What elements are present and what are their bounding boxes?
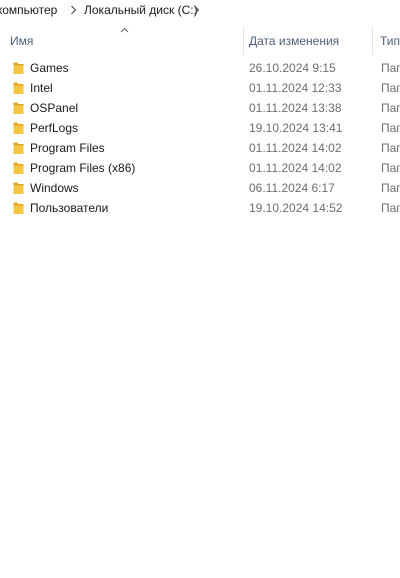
- folder-icon: [13, 182, 24, 194]
- file-type: Пап: [381, 141, 400, 155]
- column-date-header[interactable]: Дата изменения: [249, 33, 339, 49]
- file-row[interactable]: Program Files (x86) 01.11.2024 14:02 Пап: [0, 158, 400, 178]
- file-name: OSPanel: [30, 101, 79, 115]
- file-type: Пап: [381, 181, 400, 195]
- file-row[interactable]: Program Files 01.11.2024 14:02 Пап: [0, 138, 400, 158]
- file-list: Games 26.10.2024 9:15 Пап Intel 01.11.20…: [0, 58, 400, 218]
- file-date: 19.10.2024 14:52: [249, 201, 343, 215]
- chevron-right-icon[interactable]: [193, 5, 200, 15]
- chevron-right-icon[interactable]: [70, 5, 77, 15]
- column-name-header[interactable]: Имя: [10, 33, 33, 49]
- folder-icon: [13, 102, 24, 114]
- column-divider[interactable]: [372, 27, 373, 55]
- folder-icon: [13, 122, 24, 134]
- file-row[interactable]: Games 26.10.2024 9:15 Пап: [0, 58, 400, 78]
- folder-icon: [13, 62, 24, 74]
- file-name: Program Files: [30, 141, 105, 155]
- file-date: 01.11.2024 13:38: [249, 101, 342, 115]
- file-name: Windows: [30, 181, 79, 195]
- file-type: Пап: [381, 201, 400, 215]
- file-type: Пап: [381, 101, 400, 115]
- folder-icon: [13, 162, 24, 174]
- file-type: Пап: [381, 81, 400, 95]
- file-date: 01.11.2024 12:33: [249, 81, 342, 95]
- folder-icon: [13, 82, 24, 94]
- file-date: 19.10.2024 13:41: [249, 121, 343, 135]
- folder-icon: [13, 142, 24, 154]
- column-type-header[interactable]: Тип: [380, 33, 400, 49]
- breadcrumb-item-local-disk[interactable]: Локальный диск (C:): [84, 3, 198, 18]
- file-date: 01.11.2024 14:02: [249, 141, 342, 155]
- file-type: Пап: [381, 161, 400, 175]
- sort-up-icon: [120, 27, 129, 33]
- column-header: Имя Дата изменения Тип: [0, 21, 400, 59]
- breadcrumb-item-this-pc[interactable]: т компьютер: [0, 3, 57, 18]
- folder-icon: [13, 202, 24, 214]
- file-type: Пап: [381, 121, 400, 135]
- file-name: PerfLogs: [30, 121, 79, 135]
- address-bar[interactable]: т компьютер Локальный диск (C:): [0, 0, 400, 22]
- file-row[interactable]: OSPanel 01.11.2024 13:38 Пап: [0, 98, 400, 118]
- file-row[interactable]: Windows 06.11.2024 6:17 Пап: [0, 178, 400, 198]
- column-divider[interactable]: [243, 27, 244, 55]
- file-row[interactable]: PerfLogs 19.10.2024 13:41 Пап: [0, 118, 400, 138]
- file-date: 06.11.2024 6:17: [249, 181, 335, 195]
- file-name: Intel: [30, 81, 53, 95]
- file-row[interactable]: Пользователи 19.10.2024 14:52 Пап: [0, 198, 400, 218]
- file-type: Пап: [381, 61, 400, 75]
- file-name: Games: [30, 61, 69, 75]
- file-date: 01.11.2024 14:02: [249, 161, 342, 175]
- file-date: 26.10.2024 9:15: [249, 61, 336, 75]
- file-row[interactable]: Intel 01.11.2024 12:33 Пап: [0, 78, 400, 98]
- file-explorer: т компьютер Локальный диск (C:) Имя Дата…: [0, 0, 400, 578]
- file-name: Пользователи: [30, 201, 109, 215]
- file-name: Program Files (x86): [30, 161, 136, 175]
